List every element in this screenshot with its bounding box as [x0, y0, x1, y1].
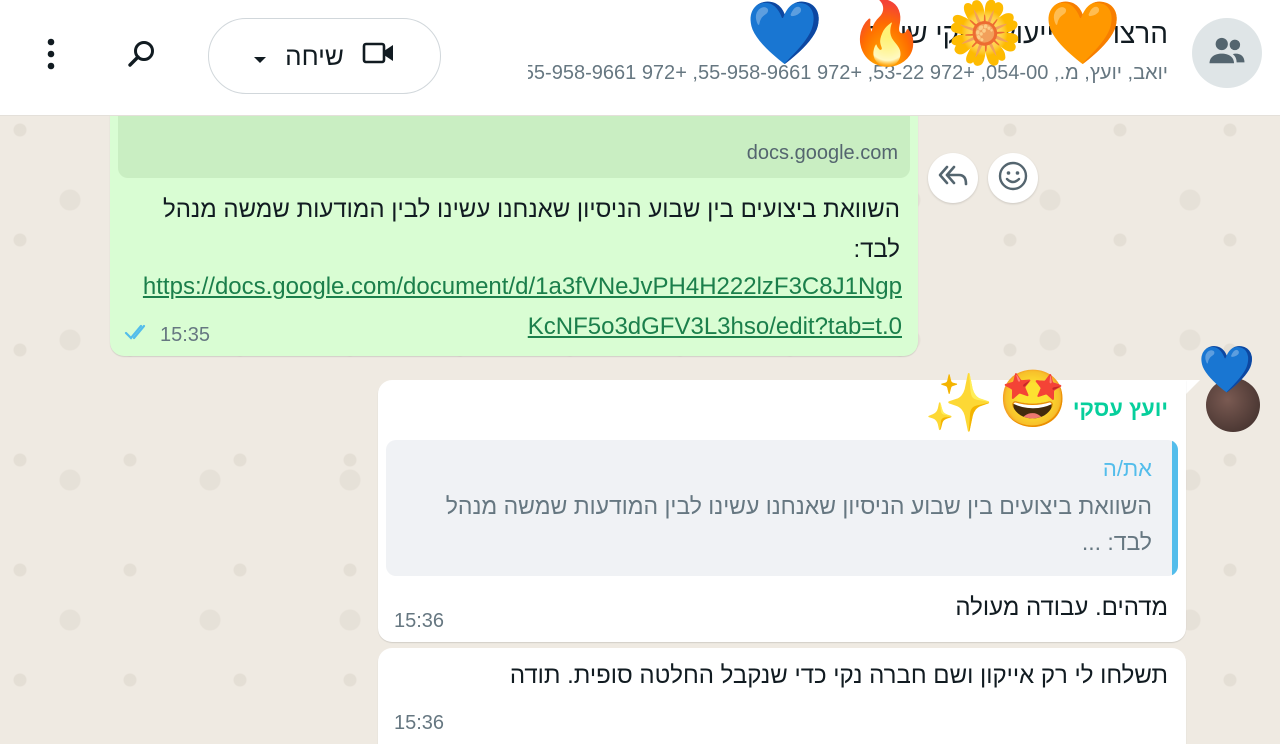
message-text: תשלחו לי רק אייקון ושם חברה נקי כדי שנקב…	[509, 662, 1168, 689]
video-camera-icon	[362, 40, 396, 73]
group-avatar[interactable]	[1192, 18, 1262, 88]
preview-domain: docs.google.com	[746, 142, 898, 164]
forward-button[interactable]	[928, 153, 978, 203]
chat-header: הרצועה - ייעוץ עסקי שיווק יואב, יועץ, מ.…	[0, 0, 1280, 116]
more-options-icon	[46, 37, 56, 76]
call-button[interactable]: שיחה	[208, 18, 441, 94]
reply-all-icon	[937, 162, 969, 195]
message-time: 15:35	[160, 323, 211, 346]
search-icon	[127, 39, 157, 74]
emoji-react-button[interactable]	[988, 153, 1038, 203]
blue-heart-emoji: 💙	[1198, 342, 1256, 396]
call-button-label: שיחה	[285, 40, 344, 71]
message-time: 15:36	[394, 712, 445, 734]
group-icon	[1206, 30, 1248, 77]
quote-text: השוואת ביצועים בין שבוע הניסיון שאנחנו ע…	[445, 493, 1152, 555]
smiley-icon	[997, 160, 1029, 197]
fire-emoji: 🔥	[848, 0, 926, 69]
star-struck-emoji: 🤩	[998, 367, 1068, 432]
message-link[interactable]: https://docs.google.com/document/d/1a3fV…	[138, 267, 902, 347]
message-time: 15:36	[394, 610, 445, 632]
bubble-tail	[1184, 380, 1200, 396]
blue-heart-emoji: 💙	[746, 0, 824, 69]
chevron-down-icon	[253, 41, 267, 72]
sparkles-emoji: ✨	[924, 371, 994, 436]
message-text: השוואת ביצועים בין שבוע הניסיון שאנחנו ע…	[162, 196, 900, 263]
menu-button[interactable]	[36, 34, 66, 78]
incoming-message[interactable]: תשלחו לי רק אייקון ושם חברה נקי כדי שנקב…	[378, 648, 1186, 744]
quoted-message[interactable]: את/ה השוואת ביצועים בין שבוע הניסיון שאנ…	[386, 440, 1178, 576]
read-receipt-icon	[124, 323, 152, 347]
flower-emoji: 🌼	[946, 0, 1024, 69]
incoming-message[interactable]: יועץ עסקי 🤩 ✨ את/ה השוואת ביצועים בין שב…	[378, 372, 1186, 642]
message-meta: 15:35	[124, 322, 210, 348]
search-button[interactable]	[120, 34, 164, 78]
sender-name[interactable]: יועץ עסקי	[1073, 396, 1168, 426]
orange-heart-emoji: 🧡	[1044, 0, 1122, 69]
message-text: מדהים. עבודה מעולה	[955, 594, 1168, 621]
outgoing-message[interactable]: docs.google.com השוואת ביצועים בין שבוע …	[110, 90, 918, 356]
quote-bar	[1172, 440, 1178, 576]
quote-author: את/ה	[1102, 456, 1152, 481]
